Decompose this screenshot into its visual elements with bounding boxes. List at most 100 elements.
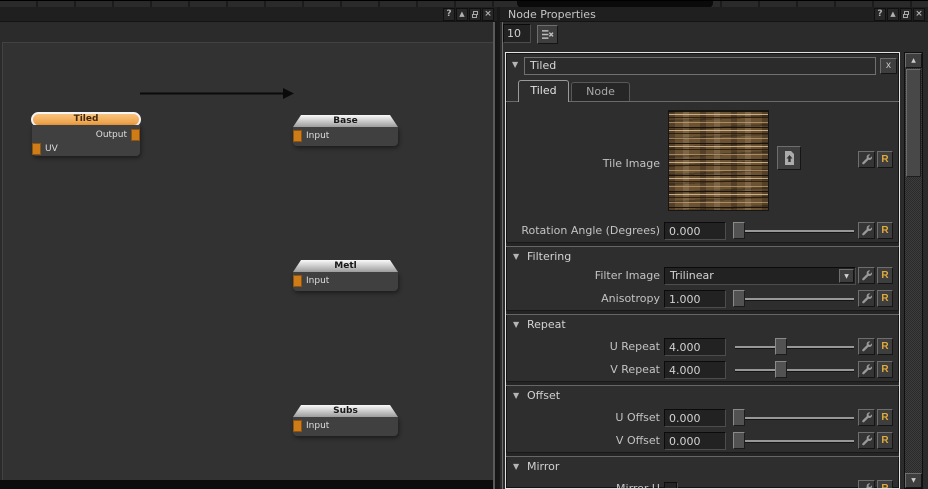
v-offset-input[interactable]	[664, 432, 726, 450]
scrollbar-thumb[interactable]	[906, 69, 921, 177]
reset-button[interactable]: R	[877, 409, 893, 426]
wrench-icon	[861, 270, 873, 282]
property-count-input[interactable]	[503, 24, 531, 43]
load-image-button[interactable]	[777, 146, 801, 170]
tile-image-thumbnail[interactable]	[668, 110, 769, 211]
edit-wrench-button[interactable]	[858, 290, 875, 307]
reset-button[interactable]: R	[877, 432, 893, 449]
edit-wrench-button[interactable]	[858, 361, 875, 378]
section-mirror[interactable]: ▼ Mirror	[506, 458, 899, 475]
uv-port[interactable]	[32, 143, 41, 155]
collapse-arrow-icon[interactable]: ▼	[513, 320, 519, 329]
properties-scrollbar[interactable]: ▲ ▼	[904, 52, 923, 489]
node-base[interactable]: Base Input	[293, 115, 398, 146]
slider-handle[interactable]	[733, 432, 745, 449]
field-label: U Offset	[510, 408, 660, 427]
chevron-down-icon[interactable]: ▼	[839, 269, 854, 283]
help-icon[interactable]: ?	[874, 8, 886, 21]
close-icon[interactable]: ×	[913, 8, 925, 21]
panel-gap	[497, 7, 500, 489]
reset-button[interactable]: R	[877, 338, 893, 355]
bottom-edge	[0, 480, 497, 489]
slider-handle[interactable]	[775, 361, 787, 378]
mirror-u-checkbox[interactable]	[664, 482, 677, 489]
section-separator	[506, 381, 899, 386]
u-offset-slider[interactable]	[733, 408, 856, 428]
node-tiled[interactable]: Tiled Output UV	[31, 112, 141, 156]
input-port[interactable]	[293, 275, 302, 287]
v-repeat-input[interactable]	[664, 361, 726, 379]
field-label: Anisotropy	[510, 289, 660, 308]
node-properties-titlebar[interactable]: Node Properties ? ▲ ×	[500, 7, 928, 22]
collapse-arrow-icon[interactable]: ▼	[512, 60, 518, 69]
rotation-angle-slider[interactable]	[733, 221, 856, 241]
list-filter-button[interactable]	[537, 25, 558, 44]
top-tab-strip[interactable]	[0, 0, 928, 7]
restore-icon[interactable]	[900, 8, 912, 21]
help-icon[interactable]: ?	[443, 8, 455, 21]
u-repeat-input[interactable]	[664, 338, 726, 356]
maximize-icon[interactable]: ▲	[456, 8, 468, 21]
section-repeat[interactable]: ▼ Repeat	[506, 316, 899, 333]
node-metl-header[interactable]: Metl	[293, 260, 398, 272]
input-port[interactable]	[293, 130, 302, 142]
close-icon[interactable]: ×	[482, 8, 494, 21]
maximize-icon[interactable]: ▲	[887, 8, 899, 21]
v-repeat-slider[interactable]	[733, 360, 856, 380]
node-subs[interactable]: Subs Input	[293, 405, 398, 436]
anisotropy-slider[interactable]	[733, 289, 856, 309]
edit-wrench-button[interactable]	[858, 222, 875, 239]
reset-button[interactable]: R	[877, 222, 893, 239]
slider-handle[interactable]	[733, 222, 745, 239]
port-label: UV	[45, 144, 58, 154]
reset-button[interactable]: R	[877, 480, 893, 489]
u-offset-input[interactable]	[664, 409, 726, 427]
rotation-angle-input[interactable]	[664, 222, 726, 240]
u-repeat-slider[interactable]	[733, 337, 856, 357]
scroll-up-icon[interactable]: ▲	[905, 53, 922, 68]
edit-wrench-button[interactable]	[858, 480, 875, 489]
section-filtering[interactable]: ▼ Filtering	[506, 248, 899, 265]
anisotropy-row: Anisotropy R	[506, 289, 899, 309]
slider-handle[interactable]	[733, 409, 745, 426]
schematic-titlebar[interactable]: ? ▲ ×	[0, 7, 497, 22]
restore-icon[interactable]	[469, 8, 481, 21]
input-port[interactable]	[293, 420, 302, 432]
v-offset-row: V Offset R	[506, 431, 899, 451]
connection-wire-tiled-to-base	[3, 43, 493, 480]
node-base-header[interactable]: Base	[293, 115, 398, 127]
tab-tiled[interactable]: Tiled	[518, 80, 569, 102]
node-metl-input-row: Input	[293, 274, 398, 288]
slider-handle[interactable]	[733, 290, 745, 307]
reset-button[interactable]: R	[877, 151, 893, 168]
edit-wrench-button[interactable]	[858, 338, 875, 355]
output-port[interactable]	[131, 129, 140, 141]
edit-wrench-button[interactable]	[858, 409, 875, 426]
collapse-arrow-icon[interactable]: ▼	[513, 252, 519, 261]
window-controls: ? ▲ ×	[443, 8, 494, 21]
slider-track	[735, 298, 854, 300]
schematic-viewport[interactable]: Tiled Output UV Base Input	[2, 42, 493, 480]
slider-handle[interactable]	[775, 338, 787, 355]
filter-image-dropdown[interactable]: Trilinear ▼	[664, 267, 856, 285]
edit-wrench-button[interactable]	[858, 267, 875, 284]
reset-button[interactable]: R	[877, 290, 893, 307]
tab-node[interactable]: Node	[571, 82, 630, 101]
collapse-arrow-icon[interactable]: ▼	[513, 391, 519, 400]
remove-form-button[interactable]: x	[880, 58, 897, 74]
edit-wrench-button[interactable]	[858, 151, 875, 168]
port-label: Output	[96, 130, 127, 140]
anisotropy-input[interactable]	[664, 290, 726, 308]
form-title-field[interactable]: Tiled	[524, 57, 876, 75]
edit-wrench-button[interactable]	[858, 432, 875, 449]
node-metl[interactable]: Metl Input	[293, 260, 398, 291]
scroll-down-icon[interactable]: ▼	[905, 473, 922, 488]
collapse-arrow-icon[interactable]: ▼	[513, 462, 519, 471]
reset-button[interactable]: R	[877, 267, 893, 284]
section-offset[interactable]: ▼ Offset	[506, 387, 899, 404]
v-offset-slider[interactable]	[733, 431, 856, 451]
v-repeat-row: V Repeat R	[506, 360, 899, 380]
node-subs-header[interactable]: Subs	[293, 405, 398, 417]
slider-track	[735, 230, 854, 232]
reset-button[interactable]: R	[877, 361, 893, 378]
